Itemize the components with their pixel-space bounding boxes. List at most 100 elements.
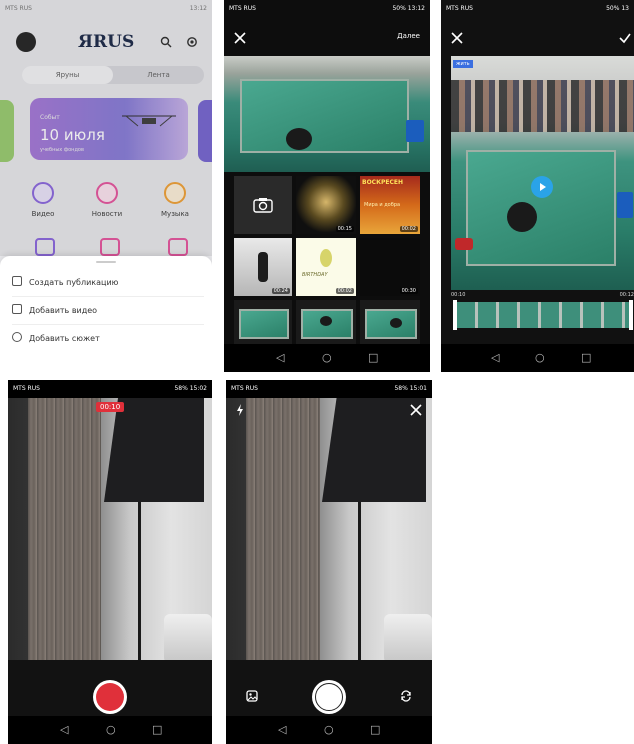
story-icon	[12, 332, 22, 342]
system-nav-bar: ◁ ○ □	[8, 716, 212, 744]
menu-label: Создать публикацию	[29, 278, 119, 287]
media-thumb[interactable]: 00:30	[360, 238, 420, 296]
sheet-handle[interactable]	[96, 261, 116, 263]
menu-create-post[interactable]: Создать публикацию	[12, 270, 204, 297]
shutter-button[interactable]	[312, 680, 346, 714]
screen-gallery: MTS RUS 50% 13:12 Далее 00:15 ВОСКРЕСЕН …	[224, 0, 430, 372]
switch-camera-icon[interactable]	[400, 690, 412, 702]
record-button[interactable]	[93, 680, 127, 714]
recents-nav-icon[interactable]: □	[368, 351, 378, 364]
record-dot	[96, 683, 124, 711]
screen-camera-idle: MTS RUS 58% 15:01 ◁ ○ □	[226, 380, 432, 744]
seal	[390, 318, 402, 328]
clock-label: 50% 13:12	[392, 5, 425, 12]
selected-video-preview	[224, 56, 430, 172]
screen-home: MTS RUS 13:12 ЯRUS Яруны Лента Событ 10 …	[0, 0, 212, 372]
screen-camera-recording: MTS RUS 58% 15:02 00:10 ◁ ○ □	[8, 380, 212, 744]
carrier-label: MTS RUS	[446, 5, 473, 12]
media-thumb[interactable]: BIRTHDAY 00:02	[296, 238, 356, 296]
media-thumb[interactable]	[234, 300, 292, 344]
audience	[451, 80, 634, 132]
recents-nav-icon[interactable]: □	[152, 723, 162, 736]
lamp-pole	[138, 502, 141, 662]
carrier-label: MTS RUS	[231, 385, 258, 392]
home-nav-icon[interactable]: ○	[324, 723, 334, 736]
cup	[384, 614, 432, 662]
thumb-duration: 00:15	[335, 226, 354, 232]
video-add-icon	[12, 304, 22, 314]
trim-handle-left[interactable]	[453, 300, 457, 330]
time-start: 00:10	[451, 292, 466, 298]
time-end: 00:12	[619, 292, 634, 298]
camera-tile[interactable]	[234, 176, 292, 234]
system-nav-bar: ◁ ○ □	[224, 344, 430, 372]
status-bar: MTS RUS 58% 15:01	[226, 380, 432, 398]
next-button[interactable]: Далее	[397, 32, 420, 40]
trim-timeline[interactable]	[457, 302, 629, 328]
carrier-label: MTS RUS	[13, 385, 40, 392]
status-bar: MTS RUS 58% 15:02	[8, 380, 212, 398]
back-nav-icon[interactable]: ◁	[60, 723, 68, 736]
system-nav-bar	[0, 344, 212, 372]
status-bar: MTS RUS 50% 13:12	[224, 0, 430, 18]
media-thumb[interactable]: ВОСКРЕСЕН Мира и добра 00:02	[360, 176, 420, 234]
back-nav-icon[interactable]: ◁	[491, 351, 499, 364]
carrier-label: MTS RUS	[229, 5, 256, 12]
system-nav-bar: ◁ ○ □	[226, 716, 432, 744]
back-nav-icon[interactable]: ◁	[276, 351, 284, 364]
check-icon[interactable]	[619, 32, 631, 44]
home-nav-icon[interactable]: ○	[322, 351, 332, 364]
sticker-icon	[320, 249, 332, 267]
recents-nav-icon[interactable]: □	[370, 723, 380, 736]
media-thumb[interactable]: 00:24	[234, 238, 292, 296]
camera-viewfinder[interactable]	[8, 398, 212, 686]
screen-video-trim: MTS RUS 50% 13 жить 00:10 00:12 ◁ ○ □	[441, 0, 634, 372]
trim-handle-right[interactable]	[629, 300, 633, 330]
clock-label: 50% 13	[606, 5, 629, 12]
home-nav-icon[interactable]: ○	[535, 351, 545, 364]
flash-icon[interactable]	[236, 404, 244, 416]
curtain-pillar	[28, 398, 102, 686]
thumb-title: ВОСКРЕСЕН	[362, 179, 404, 186]
play-button[interactable]	[531, 176, 553, 198]
media-thumb[interactable]: 00:15	[296, 176, 356, 234]
menu-label: Добавить видео	[29, 306, 98, 315]
pool-water	[465, 149, 617, 266]
pool-water	[240, 79, 410, 153]
thumb-duration: 00:02	[335, 288, 354, 294]
media-thumb[interactable]	[296, 300, 356, 344]
cup	[164, 614, 212, 662]
back-nav-icon[interactable]: ◁	[278, 723, 286, 736]
bucket	[617, 192, 633, 218]
camera-viewfinder[interactable]	[226, 398, 432, 686]
create-sheet: Создать публикацию Добавить видео Добави…	[0, 256, 212, 344]
thumb-duration: 00:30	[399, 288, 418, 294]
red-float	[455, 238, 473, 250]
curtain-pillar	[246, 398, 321, 686]
media-thumb[interactable]	[360, 300, 420, 344]
seal	[286, 128, 312, 150]
record-timer: 00:10	[96, 402, 125, 412]
gallery-icon[interactable]	[246, 690, 258, 702]
pool-water	[238, 308, 290, 340]
close-icon[interactable]	[410, 404, 422, 416]
thumb-duration: 00:02	[399, 226, 418, 232]
scrim[interactable]	[0, 0, 212, 256]
close-icon[interactable]	[234, 32, 246, 44]
video-tag: жить	[453, 60, 473, 68]
person-figure	[258, 252, 268, 282]
home-nav-icon[interactable]: ○	[106, 723, 116, 736]
recents-nav-icon[interactable]: □	[581, 351, 591, 364]
seal	[507, 202, 537, 232]
system-nav-bar: ◁ ○ □	[441, 344, 634, 372]
video-frame: жить	[451, 56, 634, 290]
play-icon	[540, 183, 546, 191]
close-icon[interactable]	[451, 32, 463, 44]
shutter-ring	[315, 683, 343, 711]
seal	[320, 316, 332, 326]
clock-label: 58% 15:02	[174, 385, 207, 392]
lamp-shade	[104, 398, 204, 502]
menu-add-video[interactable]: Добавить видео	[12, 298, 204, 325]
thumb-duration: 00:24	[271, 288, 290, 294]
lamp-pole	[358, 502, 361, 662]
